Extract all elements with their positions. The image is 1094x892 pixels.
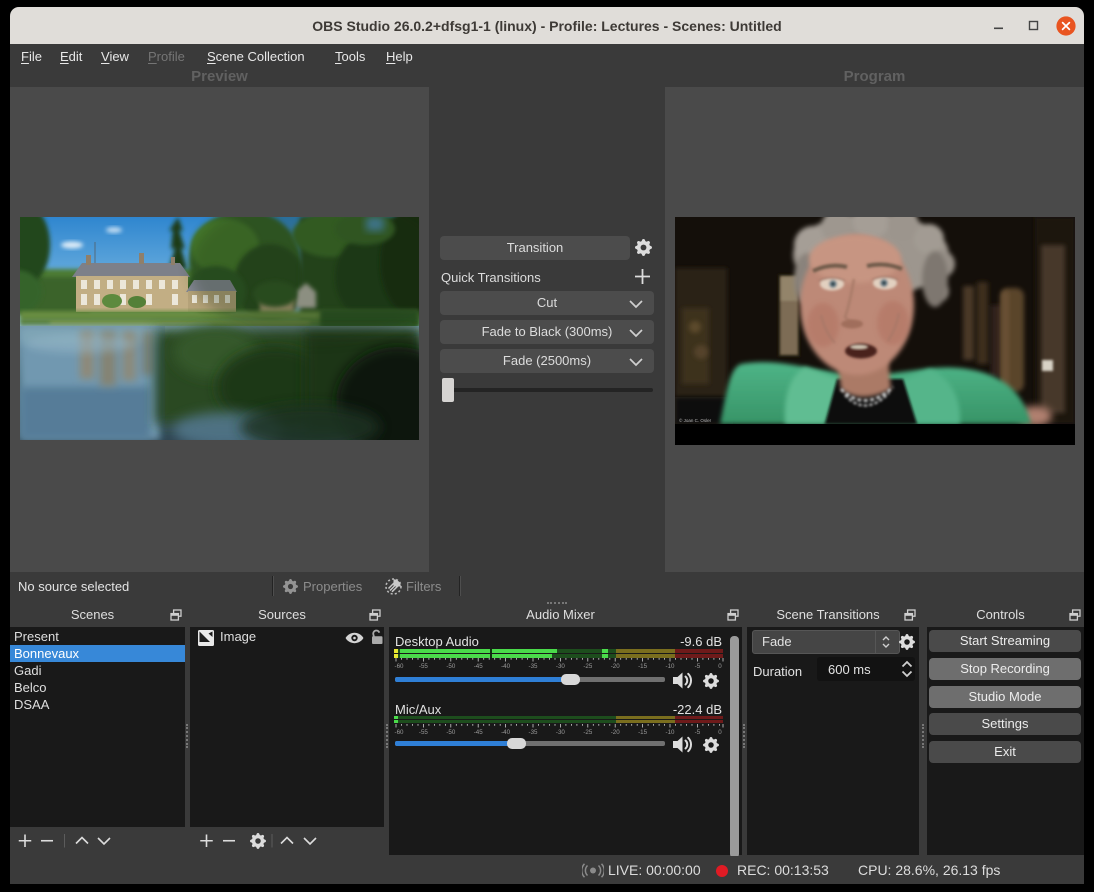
svg-text:© Joan C. Osler: © Joan C. Osler [679, 417, 712, 423]
